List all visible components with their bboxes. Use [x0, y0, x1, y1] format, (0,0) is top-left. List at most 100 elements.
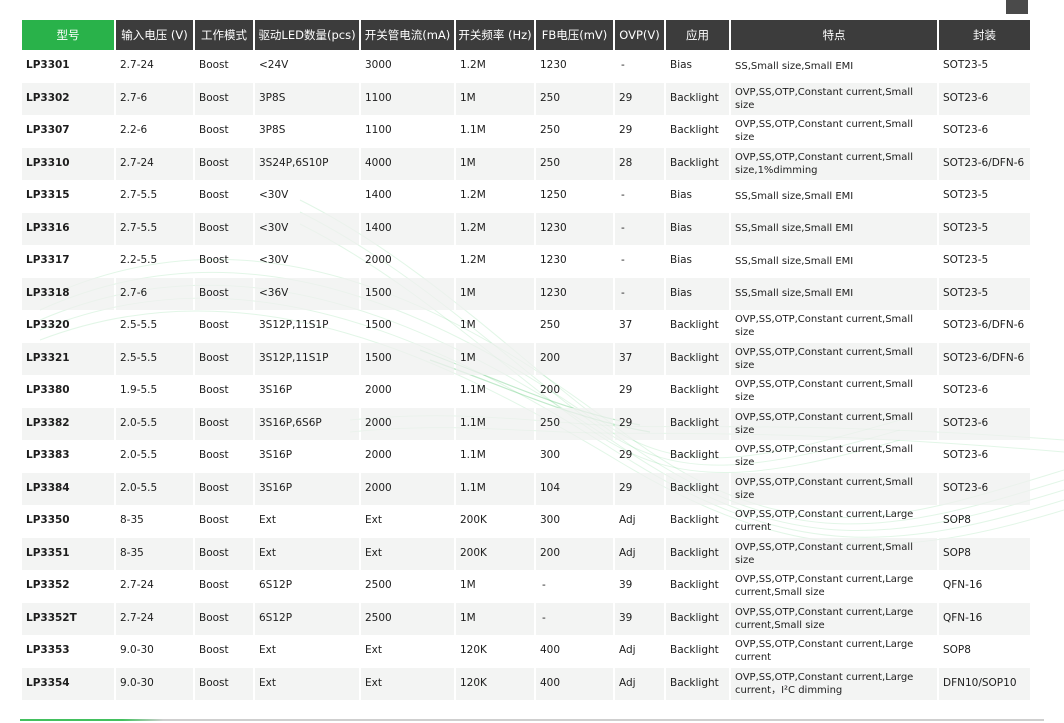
cell-application: Backlight [670, 384, 719, 397]
table-row: LP3352T 2.7-24 Boost 6S12P 2500 1M -39 Backligh… [22, 602, 1030, 635]
cell-switch-current: Ext [365, 644, 382, 657]
cell-application: Backlight [670, 514, 719, 527]
cell-ovp: Adj [615, 667, 664, 700]
cell-model: LP3384 [22, 472, 114, 505]
cell-ovp: 37 [615, 342, 664, 375]
cell-fb-voltage: - [536, 602, 613, 635]
cell-application: Bias [670, 189, 693, 202]
cell-input-voltage: 2.5-5.5 [120, 319, 158, 332]
table-row: LP3317 2.2-5.5 Boost <30V 2000 1.2M 1230 - Bias S… [22, 245, 1030, 278]
cell-package: SOT23-6 [939, 82, 1030, 115]
cell-fb-voltage: 1230 [536, 277, 613, 310]
cell-input-voltage: 2.7-6 [116, 82, 193, 115]
cell-model: LP3310 [22, 147, 114, 180]
cell-led-count: 3P8S [259, 124, 286, 137]
cell-features: OVP,SS,OTP,Constant current,Small size [731, 407, 937, 440]
cell-mode: Boost [195, 537, 253, 570]
cell-switch-current: 2000 [361, 407, 454, 440]
cell-application: Bias [670, 59, 693, 72]
cell-package: SOP8 [939, 537, 1030, 570]
cell-led-count: 3P8S [255, 82, 359, 115]
cell-ovp: - [615, 277, 664, 310]
cell-led-count: Ext [255, 667, 359, 700]
cell-model: LP3317 [26, 254, 70, 267]
header-led-count: 驱动LED数量(pcs) [255, 20, 359, 50]
cell-features: SS,Small size,Small EMI [735, 60, 854, 72]
cell-application: Backlight [666, 147, 729, 180]
cell-application: Bias [666, 277, 729, 310]
cell-switch-frequency: 200K [460, 514, 487, 527]
menu-toggle-icon[interactable] [1006, 0, 1028, 14]
cell-led-count: <24V [259, 59, 289, 72]
table-row: LP3354 9.0-30 Boost Ext Ext 120K 400 Adj Backlig… [22, 667, 1030, 700]
cell-switch-frequency: 120K [456, 667, 534, 700]
table-row: LP3351 8-35 Boost Ext Ext 200K 200 Adj Backlight… [22, 537, 1030, 570]
cell-mode: Boost [195, 82, 253, 115]
cell-mode: Boost [195, 602, 253, 635]
cell-ovp: 39 [615, 602, 664, 635]
cell-led-count: 3S12P,11S1P [259, 319, 329, 332]
table-row: LP3352 2.7-24 Boost 6S12P 2500 1M - 39 Backlight… [22, 570, 1030, 603]
bottom-divider [20, 719, 1044, 721]
cell-fb-voltage: 250 [540, 124, 561, 137]
cell-input-voltage: 9.0-30 [116, 667, 193, 700]
cell-fb-voltage: 1230 [540, 59, 567, 72]
cell-fb-voltage: 250 [540, 319, 561, 332]
table-row: LP3316 2.7-5.5 Boost <30V 1400 1.2M 1230- Bias S… [22, 212, 1030, 245]
header-ovp: OVP(V) [615, 20, 664, 50]
cell-features: OVP,SS,OTP,Constant current,Large curren… [735, 574, 914, 599]
cell-switch-current: 1500 [361, 277, 454, 310]
cell-switch-frequency: 1.2M [460, 59, 486, 72]
cell-features: OVP,SS,OTP,Constant current,Small size [735, 119, 913, 144]
cell-switch-frequency: 1.1M [456, 472, 534, 505]
cell-led-count: 3S24P,6S10P [255, 147, 359, 180]
cell-switch-frequency: 1.2M [460, 189, 486, 202]
cell-led-count: 3S12P,11S1P [255, 342, 359, 375]
cell-switch-current: 2000 [365, 384, 392, 397]
cell-mode: Boost [199, 189, 229, 202]
cell-switch-current: 1500 [365, 319, 392, 332]
cell-switch-frequency: 200K [456, 537, 534, 570]
cell-input-voltage: 2.7-24 [116, 147, 193, 180]
table-row: LP3353 9.0-30 Boost Ext Ext 120K 400 Adj Backlig… [22, 635, 1030, 668]
cell-led-count: 6S12P [259, 579, 293, 592]
cell-switch-current: 1400 [365, 189, 392, 202]
cell-switch-frequency: 1.1M [460, 384, 486, 397]
cell-input-voltage: 8-35 [116, 537, 193, 570]
cell-switch-current: 1100 [361, 82, 454, 115]
cell-mode: Boost [195, 277, 253, 310]
cell-model: LP3318 [22, 277, 114, 310]
cell-ovp: 39 [619, 579, 633, 592]
cell-package: SOT23-5 [943, 254, 989, 267]
cell-switch-current: 1500 [361, 342, 454, 375]
cell-ovp: Adj [619, 644, 636, 657]
cell-switch-current: 4000 [361, 147, 454, 180]
cell-input-voltage: 1.9-5.5 [120, 384, 158, 397]
header-mode: 工作模式 [195, 20, 253, 50]
cell-model: LP3302 [22, 82, 114, 115]
cell-model: LP3380 [26, 384, 70, 397]
cell-features: OVP,SS,OTP,Constant current,Small size [731, 472, 937, 505]
cell-package: SOT23-6 [943, 449, 989, 462]
cell-led-count: 3S16P [255, 472, 359, 505]
cell-model: LP3383 [26, 449, 70, 462]
cell-package: SOP8 [943, 514, 971, 527]
cell-application: Backlight [666, 407, 729, 440]
table-row: LP3315 2.7-5.5 Boost <30V 1400 1.2M 1250 - Bias S… [22, 180, 1030, 213]
cell-application: Backlight [670, 319, 719, 332]
cell-led-count: Ext [255, 537, 359, 570]
table-row: LP3307 2.2-6 Boost 3P8S 1100 1.1M 250 29 Backlig… [22, 115, 1030, 148]
cell-input-voltage: 2.5-5.5 [116, 342, 193, 375]
cell-switch-frequency: 1M [456, 147, 534, 180]
cell-features: SS,Small size,Small EMI [731, 212, 937, 245]
cell-features: OVP,SS,OTP,Constant current,Small size [735, 444, 913, 469]
table-row: LP3302 2.7-6 Boost 3P8S 1100 1M 250 29 Backlight… [22, 82, 1030, 115]
cell-features: OVP,SS,OTP,Constant current,Large curren… [735, 509, 914, 534]
cell-application: Bias [666, 212, 729, 245]
cell-application: Backlight [666, 537, 729, 570]
cell-features: OVP,SS,OTP,Constant current,Small size [735, 379, 913, 404]
cell-package: SOT23-6 [939, 407, 1030, 440]
cell-mode: Boost [199, 319, 229, 332]
cell-package: QFN-16 [939, 602, 1030, 635]
cell-switch-frequency: 1M [456, 82, 534, 115]
